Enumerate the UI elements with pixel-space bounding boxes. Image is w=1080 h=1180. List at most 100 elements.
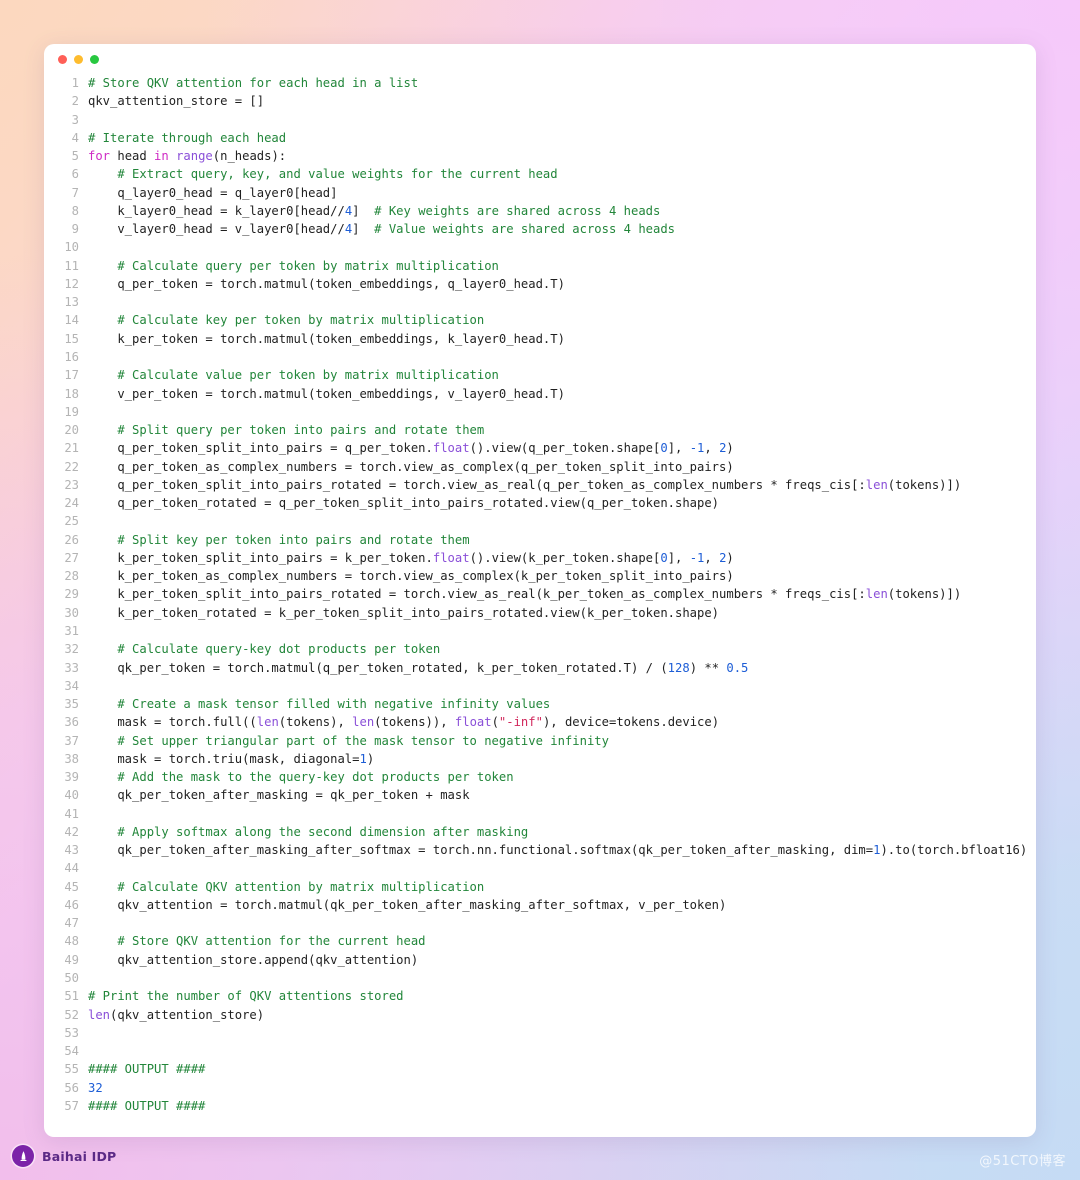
code-token: len — [865, 477, 888, 492]
line-number: 47 — [64, 916, 79, 931]
code-line: 7 q_layer0_head = q_layer0[head] — [44, 184, 1036, 202]
line-number: 18 — [64, 386, 79, 401]
watermark-label: @51CTO博客 — [979, 1154, 1066, 1169]
code-token: k_per_token_rotated = k_per_token_split_… — [88, 605, 720, 620]
line-number: 8 — [71, 203, 79, 218]
code-token: (tokens)]) — [887, 587, 962, 602]
code-line: 54 — [44, 1042, 1036, 1060]
line-code: for head in range(n_heads): — [88, 147, 1036, 165]
line-code: # Print the number of QKV attentions sto… — [88, 987, 1036, 1005]
code-line: 22 q_per_token_as_complex_numbers = torc… — [44, 458, 1036, 476]
code-token: (tokens), — [278, 715, 353, 730]
line-number: 24 — [64, 496, 79, 511]
line-code: qk_per_token = torch.matmul(q_per_token_… — [88, 659, 1036, 677]
minimize-dot-icon[interactable] — [74, 55, 83, 64]
code-line: 15 k_per_token = torch.matmul(token_embe… — [44, 330, 1036, 348]
line-code: k_layer0_head = k_layer0[head//4] # Key … — [88, 202, 1036, 220]
code-token: # Set upper triangular part of the mask … — [88, 733, 609, 748]
line-code: # Split query per token into pairs and r… — [88, 421, 1036, 439]
code-token: float — [432, 550, 470, 565]
line-code: mask = torch.triu(mask, diagonal=1) — [88, 750, 1036, 768]
code-line: 35 # Create a mask tensor filled with ne… — [44, 695, 1036, 713]
code-token: # Calculate query per token by matrix mu… — [88, 258, 499, 273]
code-line: 44 — [44, 859, 1036, 877]
code-line: 32 # Calculate query-key dot products pe… — [44, 640, 1036, 658]
code-token: # Calculate key per token by matrix mult… — [88, 313, 485, 328]
code-token: ().view(q_per_token.shape[ — [469, 441, 661, 456]
code-line: 52 len(qkv_attention_store) — [44, 1006, 1036, 1024]
code-line: 51 # Print the number of QKV attentions s… — [44, 987, 1036, 1005]
code-line: 36 mask = torch.full((len(tokens), len(t… — [44, 713, 1036, 731]
code-token: range — [176, 149, 213, 164]
code-line: 4 # Iterate through each head — [44, 129, 1036, 147]
code-line: 50 — [44, 969, 1036, 987]
window-titlebar — [44, 44, 1036, 70]
line-code: # Split key per token into pairs and rot… — [88, 531, 1036, 549]
line-number: 21 — [64, 441, 79, 456]
code-token: # Iterate through each head — [88, 130, 287, 145]
window-controls[interactable] — [58, 55, 1036, 64]
code-token: 0.5 — [726, 660, 749, 675]
code-token: head — [110, 149, 155, 164]
code-token: q_layer0_head = q_layer0[head] — [88, 185, 338, 200]
line-number: 15 — [64, 331, 79, 346]
code-token: (tokens)]) — [887, 477, 962, 492]
code-token: len — [256, 715, 279, 730]
line-number: 32 — [64, 642, 79, 657]
code-token: qkv_attention = torch.matmul(qk_per_toke… — [88, 897, 727, 912]
code-line: 33 qk_per_token = torch.matmul(q_per_tok… — [44, 659, 1036, 677]
line-code: k_per_token_rotated = k_per_token_split_… — [88, 604, 1036, 622]
code-line: 57 #### OUTPUT #### — [44, 1097, 1036, 1115]
line-number: 35 — [64, 697, 79, 712]
line-code: # Store QKV attention for each head in a… — [88, 74, 1036, 92]
code-token: # Add the mask to the query-key dot prod… — [88, 770, 514, 785]
code-line: 39 # Add the mask to the query-key dot p… — [44, 768, 1036, 786]
code-token: # Split key per token into pairs and rot… — [88, 532, 470, 547]
code-line: 46 qkv_attention = torch.matmul(qk_per_t… — [44, 896, 1036, 914]
line-code: # Apply softmax along the second dimensi… — [88, 823, 1036, 841]
code-line: 49 qkv_attention_store.append(qkv_attent… — [44, 951, 1036, 969]
code-token: ] — [352, 222, 375, 237]
code-token: # Value weights are shared across 4 head… — [374, 222, 676, 237]
code-token: mask = torch.triu(mask, diagonal= — [88, 751, 360, 766]
line-number: 41 — [64, 806, 79, 821]
code-token: (n_heads): — [212, 149, 287, 164]
code-token: # Calculate QKV attention by matrix mult… — [88, 879, 485, 894]
code-line: 13 — [44, 293, 1036, 311]
line-code: # Calculate query per token by matrix mu… — [88, 257, 1036, 275]
code-editor[interactable]: 1 # Store QKV attention for each head in … — [44, 70, 1036, 1115]
line-number: 4 — [71, 130, 79, 145]
line-number: 16 — [64, 349, 79, 364]
line-number: 56 — [64, 1080, 79, 1095]
code-token: 1 — [359, 751, 367, 766]
line-code: qk_per_token_after_masking = qk_per_toke… — [88, 786, 1036, 804]
close-dot-icon[interactable] — [58, 55, 67, 64]
code-line: 34 — [44, 677, 1036, 695]
line-code: k_per_token_split_into_pairs_rotated = t… — [88, 585, 1036, 603]
line-code: qkv_attention_store.append(qkv_attention… — [88, 951, 1036, 969]
code-token: len — [88, 1007, 111, 1022]
code-line: 28 k_per_token_as_complex_numbers = torc… — [44, 567, 1036, 585]
line-number: 46 — [64, 897, 79, 912]
line-number: 9 — [71, 222, 79, 237]
code-token: ().view(k_per_token.shape[ — [469, 550, 661, 565]
code-token: (tokens)), — [374, 715, 455, 730]
line-code: #### OUTPUT #### — [88, 1060, 1036, 1078]
code-token: # Apply softmax along the second dimensi… — [88, 824, 529, 839]
page-footer: Baihai IDP @51CTO博客 — [0, 1137, 1080, 1180]
line-code: q_layer0_head = q_layer0[head] — [88, 184, 1036, 202]
maximize-dot-icon[interactable] — [90, 55, 99, 64]
code-token: # Store QKV attention for the current he… — [88, 934, 426, 949]
line-number: 13 — [64, 295, 79, 310]
line-number: 26 — [64, 532, 79, 547]
code-token: ( — [491, 715, 499, 730]
code-line: 1 # Store QKV attention for each head in … — [44, 74, 1036, 92]
line-number: 50 — [64, 971, 79, 986]
line-code: qkv_attention = torch.matmul(qk_per_toke… — [88, 896, 1036, 914]
code-line: 8 k_layer0_head = k_layer0[head//4] # Ke… — [44, 202, 1036, 220]
line-number: 43 — [64, 843, 79, 858]
line-number: 10 — [64, 240, 79, 255]
line-code: # Calculate query-key dot products per t… — [88, 640, 1036, 658]
line-number: 2 — [71, 94, 79, 109]
